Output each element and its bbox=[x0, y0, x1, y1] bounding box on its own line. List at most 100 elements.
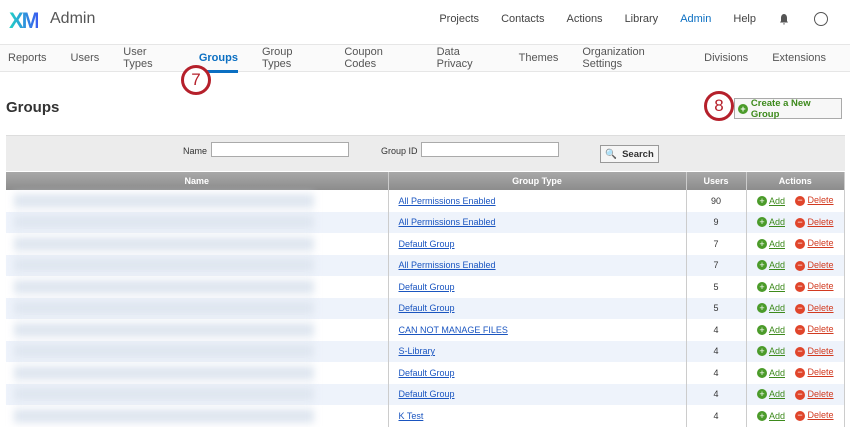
delete-button[interactable]: − Delete bbox=[795, 389, 834, 400]
search-button[interactable]: 🔍 Search bbox=[600, 145, 659, 163]
create-label: Create a New Group bbox=[750, 97, 811, 120]
users-count: 5 bbox=[686, 297, 747, 319]
table-row: Default Group 4 + Add − Delete bbox=[6, 362, 845, 384]
group-type-link[interactable]: Default Group bbox=[399, 368, 455, 378]
search-panel: Name Group ID 🔍 Search bbox=[6, 135, 845, 171]
group-name-redacted bbox=[6, 362, 389, 384]
group-type-link[interactable]: S-Library bbox=[399, 346, 436, 356]
tab-groups[interactable]: Groups bbox=[198, 52, 239, 73]
group-name-redacted bbox=[6, 383, 389, 405]
delete-button[interactable]: − Delete bbox=[795, 281, 834, 293]
add-button[interactable]: + Add bbox=[756, 195, 785, 206]
name-input[interactable] bbox=[211, 142, 349, 157]
add-button[interactable]: + Add bbox=[756, 303, 785, 314]
group-type-link[interactable]: All Permissions Enabled bbox=[399, 196, 496, 206]
group-type-link[interactable]: Default Group bbox=[399, 303, 455, 313]
tab-users[interactable]: Users bbox=[71, 52, 100, 64]
add-button[interactable]: + Add bbox=[756, 281, 785, 292]
minus-icon: − bbox=[795, 217, 805, 228]
minus-icon: − bbox=[795, 303, 805, 314]
tab-themes[interactable]: Themes bbox=[519, 52, 559, 64]
add-button[interactable]: + Add bbox=[756, 367, 785, 378]
delete-button[interactable]: − Delete bbox=[795, 260, 834, 271]
add-button[interactable]: + Add bbox=[756, 410, 785, 421]
tab-user-types[interactable]: User Types bbox=[123, 46, 175, 70]
nav-library[interactable]: Library bbox=[625, 13, 659, 25]
group-name-redacted bbox=[6, 190, 389, 212]
add-button[interactable]: + Add bbox=[756, 324, 785, 335]
group-type-link[interactable]: K Test bbox=[399, 411, 424, 421]
group-type-link[interactable]: CAN NOT MANAGE FILES bbox=[399, 325, 508, 335]
add-button[interactable]: + Add bbox=[756, 217, 785, 228]
plus-icon: + bbox=[756, 260, 767, 271]
users-count: 90 bbox=[686, 190, 747, 212]
nav-projects[interactable]: Projects bbox=[439, 13, 479, 25]
group-type-cell: Default Group bbox=[388, 276, 687, 298]
header-group-type[interactable]: Group Type bbox=[388, 172, 687, 190]
table-row: All Permissions Enabled 7 + Add − Delete bbox=[6, 254, 845, 276]
add-label: Add bbox=[768, 281, 785, 292]
bell-icon[interactable] bbox=[778, 13, 790, 25]
plus-icon: + bbox=[756, 238, 767, 249]
group-name-redacted bbox=[6, 211, 389, 233]
tab-reports[interactable]: Reports bbox=[8, 52, 47, 64]
group-type-link[interactable]: All Permissions Enabled bbox=[399, 260, 496, 270]
tab-divisions[interactable]: Divisions bbox=[704, 52, 748, 64]
add-button[interactable]: + Add bbox=[756, 238, 785, 249]
table-row: Default Group 4 + Add − Delete bbox=[6, 383, 845, 405]
actions-cell: + Add − Delete bbox=[746, 254, 845, 276]
delete-label: Delete bbox=[807, 302, 834, 313]
nav-contacts[interactable]: Contacts bbox=[501, 13, 544, 25]
group-type-cell: All Permissions Enabled bbox=[388, 211, 687, 233]
add-label: Add bbox=[768, 346, 785, 357]
group-type-cell: Default Group bbox=[388, 297, 687, 319]
add-button[interactable]: + Add bbox=[756, 260, 785, 271]
nav-help[interactable]: Help bbox=[733, 13, 756, 25]
group-type-link[interactable]: Default Group bbox=[399, 282, 455, 292]
delete-button[interactable]: − Delete bbox=[795, 324, 834, 336]
delete-button[interactable]: − Delete bbox=[795, 238, 834, 250]
tab-organization-settings[interactable]: Organization Settings bbox=[582, 46, 680, 70]
header-actions: Actions bbox=[746, 172, 845, 190]
users-count: 4 bbox=[686, 383, 747, 405]
create-new-group-button[interactable]: + Create a New Group bbox=[734, 97, 842, 120]
actions-cell: + Add − Delete bbox=[746, 405, 845, 427]
delete-button[interactable]: − Delete bbox=[795, 410, 834, 422]
plus-icon: + bbox=[738, 103, 748, 114]
group-type-link[interactable]: Default Group bbox=[399, 389, 455, 399]
name-label: Name bbox=[183, 146, 208, 156]
header-users[interactable]: Users bbox=[686, 172, 747, 190]
add-label: Add bbox=[768, 324, 785, 335]
tab-extensions[interactable]: Extensions bbox=[772, 52, 826, 64]
tab-data-privacy[interactable]: Data Privacy bbox=[437, 46, 495, 70]
users-count: 9 bbox=[686, 211, 747, 233]
plus-icon: + bbox=[756, 346, 767, 357]
tab-coupon-codes[interactable]: Coupon Codes bbox=[344, 46, 412, 70]
add-button[interactable]: + Add bbox=[756, 346, 785, 357]
page-title: Groups bbox=[6, 99, 60, 116]
group-type-link[interactable]: Default Group bbox=[399, 239, 455, 249]
add-label: Add bbox=[768, 195, 785, 206]
magnifier-icon: 🔍 bbox=[605, 148, 618, 160]
header-name[interactable]: Name bbox=[6, 172, 389, 190]
add-label: Add bbox=[768, 260, 785, 271]
delete-button[interactable]: − Delete bbox=[795, 217, 834, 228]
user-account-icon[interactable] bbox=[814, 12, 828, 26]
delete-button[interactable]: − Delete bbox=[795, 346, 834, 357]
delete-label: Delete bbox=[807, 324, 834, 335]
plus-icon: + bbox=[756, 367, 767, 378]
delete-button[interactable]: − Delete bbox=[795, 367, 834, 379]
nav-actions[interactable]: Actions bbox=[566, 13, 602, 25]
delete-button[interactable]: − Delete bbox=[795, 195, 834, 207]
nav-admin[interactable]: Admin bbox=[680, 13, 711, 25]
admin-tabs: Reports Users User Types Groups Group Ty… bbox=[0, 44, 850, 73]
tab-group-types[interactable]: Group Types bbox=[262, 46, 320, 70]
delete-button[interactable]: − Delete bbox=[795, 303, 834, 314]
xm-logo[interactable]: XM bbox=[9, 8, 40, 34]
top-bar: XM Admin Projects Contacts Actions Libra… bbox=[0, 0, 850, 44]
add-button[interactable]: + Add bbox=[756, 389, 785, 400]
callout-7: 7 bbox=[181, 65, 211, 95]
group-id-input[interactable] bbox=[421, 142, 559, 157]
group-type-link[interactable]: All Permissions Enabled bbox=[399, 217, 496, 227]
plus-icon: + bbox=[756, 281, 767, 292]
